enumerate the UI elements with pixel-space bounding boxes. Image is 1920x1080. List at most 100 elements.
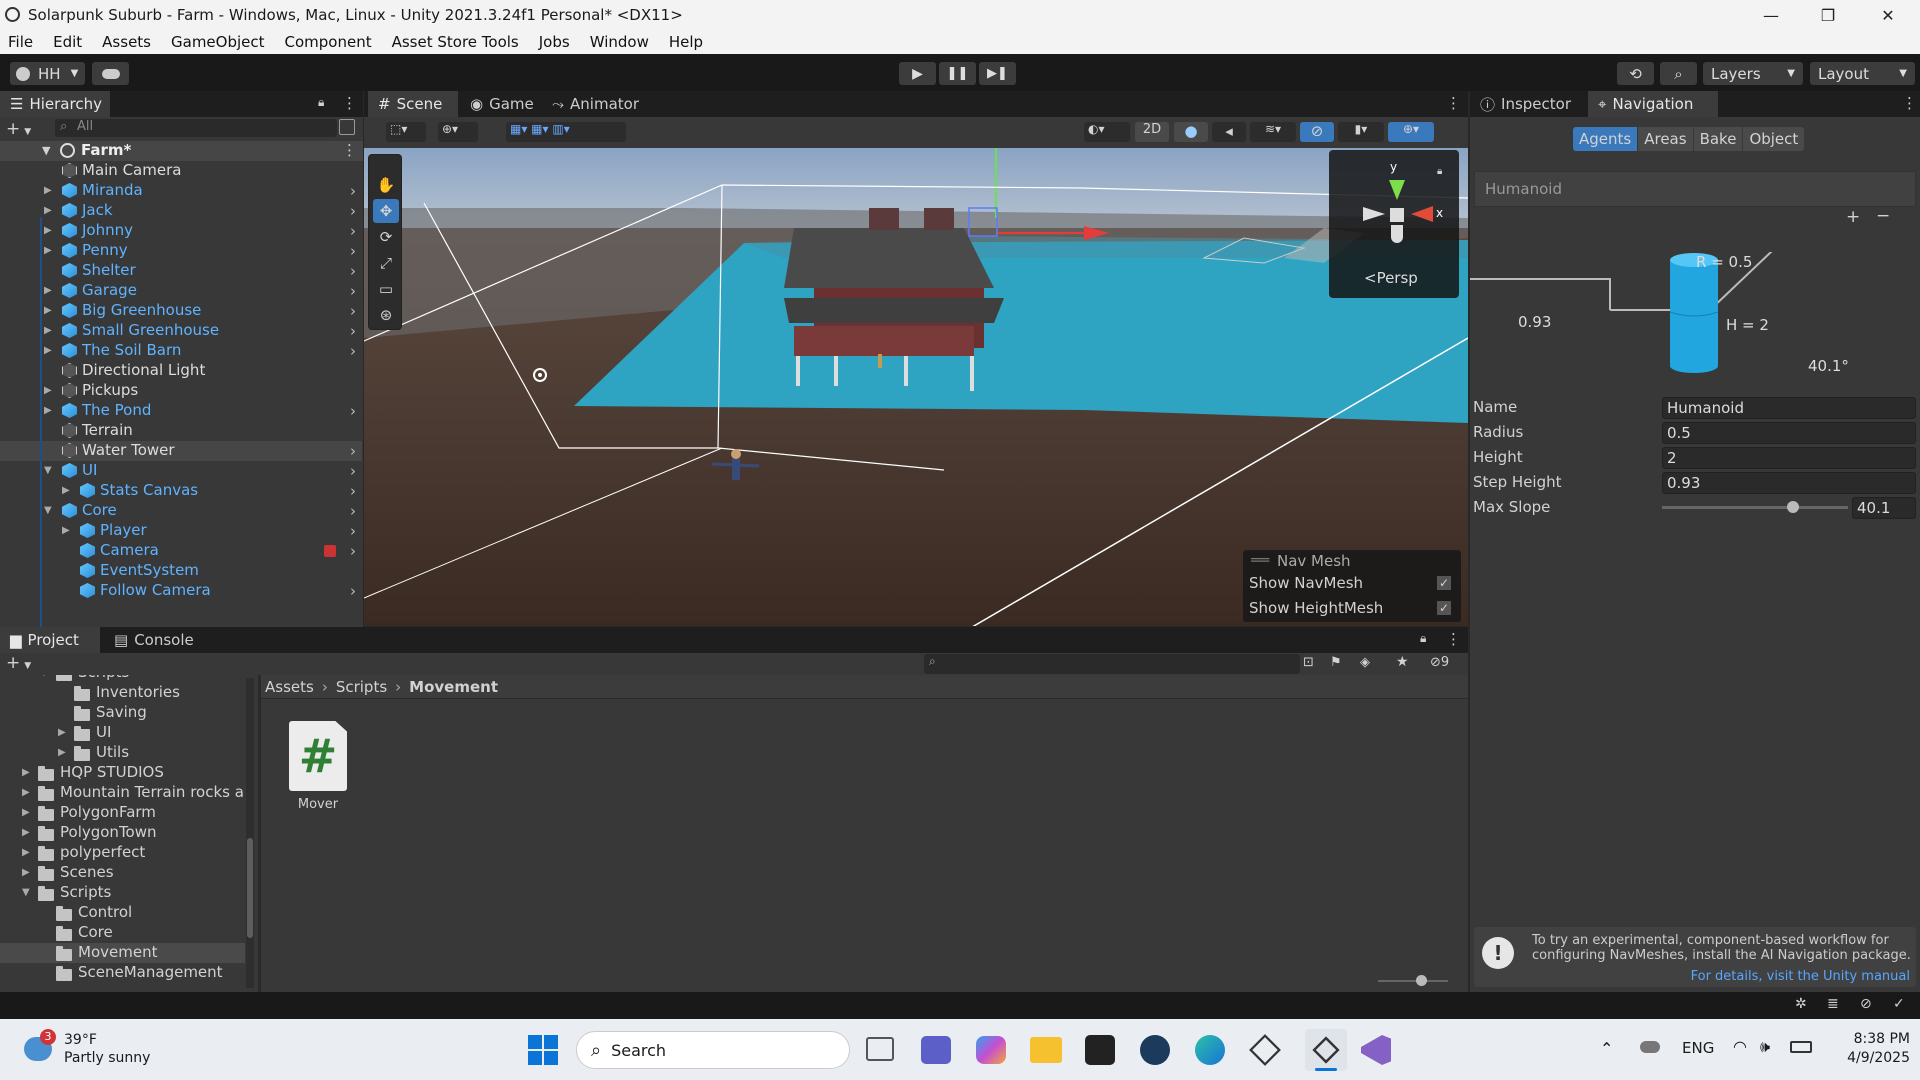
height-field[interactable]: 2	[1662, 447, 1916, 469]
expanded-arrow-icon[interactable]: ▼	[40, 675, 48, 678]
max-slope-field[interactable]: 40.1	[1852, 497, 1916, 519]
teams-icon[interactable]	[921, 1036, 951, 1064]
expanded-arrow-icon[interactable]: ▼	[44, 505, 52, 516]
autogen-icon[interactable]: ⊘	[1860, 996, 1872, 1012]
folder-tree-item[interactable]: Movement	[0, 943, 245, 963]
hierarchy-item[interactable]: ▶ Miranda ›	[0, 181, 362, 201]
asset-mover[interactable]: # Mover	[285, 721, 351, 812]
hierarchy-item[interactable]: Camera ›	[0, 541, 362, 561]
expanded-arrow-icon[interactable]: ▼	[44, 465, 52, 476]
tab-hierarchy[interactable]: ☰ Hierarchy	[0, 91, 110, 117]
tab-navigation[interactable]: ⌖ Navigation	[1588, 91, 1718, 117]
hidden-packages-icon[interactable]: ⊘9	[1430, 655, 1449, 670]
hierarchy-create-button[interactable]: + ▼	[6, 119, 31, 139]
open-prefab-chevron-icon[interactable]: ›	[350, 182, 356, 200]
tree-scrollbar[interactable]	[246, 678, 254, 988]
subtab-object[interactable]: Object	[1743, 127, 1805, 151]
agent-list-item[interactable]: Humanoid	[1485, 180, 1562, 198]
show-navmesh-checkbox[interactable]: ✓	[1437, 576, 1451, 590]
onedrive-icon[interactable]	[1640, 1041, 1660, 1053]
open-prefab-chevron-icon[interactable]: ›	[350, 542, 356, 560]
hand-tool-icon[interactable]: ✋	[373, 173, 399, 197]
hierarchy-item[interactable]: ▶ Johnny ›	[0, 221, 362, 241]
menu-jobs[interactable]: Jobs	[527, 33, 578, 51]
lock-icon[interactable]: 🔒︎	[1420, 631, 1426, 646]
language-indicator[interactable]: ENG	[1682, 1039, 1714, 1057]
unity-active-icon[interactable]	[1305, 1029, 1347, 1071]
open-prefab-chevron-icon[interactable]: ›	[350, 462, 356, 480]
folder-tree-item[interactable]: ▶ Scenes	[0, 863, 245, 883]
search-by-label-icon[interactable]: ⚑	[1330, 655, 1342, 670]
hierarchy-item[interactable]: ▶ Small Greenhouse ›	[0, 321, 362, 341]
rotate-tool-icon[interactable]: ⟳	[373, 225, 399, 249]
pause-button[interactable]: ❚❚	[939, 62, 976, 85]
folder-tree-item[interactable]: Saving	[0, 703, 245, 723]
battery-icon[interactable]	[1790, 1041, 1812, 1053]
breadcrumb-movement[interactable]: Movement	[409, 678, 498, 696]
folder-tree-item[interactable]: SceneManagement	[0, 963, 245, 983]
collapsed-arrow-icon[interactable]: ▶	[44, 345, 52, 356]
folder-tree-item[interactable]: ▶ PolygonTown	[0, 823, 245, 843]
open-prefab-chevron-icon[interactable]: ›	[350, 442, 356, 460]
collapsed-arrow-icon[interactable]: ▶	[44, 245, 52, 256]
tag-icon[interactable]: ◈	[1360, 655, 1370, 670]
search-button[interactable]: ⌕	[1660, 62, 1697, 85]
search-by-type-icon[interactable]: ⊡	[1303, 655, 1314, 670]
slider-thumb[interactable]	[1786, 501, 1799, 513]
menu-edit[interactable]: Edit	[41, 33, 90, 51]
collapsed-arrow-icon[interactable]: ▶	[22, 847, 30, 858]
subtab-agents[interactable]: Agents	[1573, 127, 1638, 151]
hierarchy-item[interactable]: ▶ Penny ›	[0, 241, 362, 261]
cloud-button[interactable]	[92, 62, 129, 85]
visual-studio-icon[interactable]	[1361, 1035, 1391, 1065]
open-prefab-chevron-icon[interactable]: ›	[350, 302, 356, 320]
collapsed-arrow-icon[interactable]: ▶	[58, 747, 66, 758]
maximize-button[interactable]: ❐	[1800, 0, 1856, 30]
hierarchy-item[interactable]: ▶ Stats Canvas ›	[0, 481, 362, 501]
copilot-icon[interactable]	[976, 1036, 1006, 1064]
folder-tree-item[interactable]: ▶ polyperfect	[0, 843, 245, 863]
more-options-icon[interactable]: ⋮	[342, 141, 357, 159]
status-check-icon[interactable]: ✓	[1893, 996, 1905, 1012]
taskbar-search[interactable]: ⌕ Search	[576, 1031, 850, 1069]
hierarchy-search-input[interactable]: ⌕ All	[55, 119, 337, 137]
hierarchy-item[interactable]: Follow Camera ›	[0, 581, 362, 601]
tab-scene[interactable]: # Scene	[368, 91, 458, 117]
menu-asset-store-tools[interactable]: Asset Store Tools	[380, 33, 527, 51]
file-explorer-icon[interactable]	[1030, 1037, 1062, 1063]
more-options-icon[interactable]: ⋮	[1446, 630, 1461, 648]
transform-tool-icon[interactable]: ⊛	[373, 303, 399, 327]
edge-icon[interactable]	[1195, 1035, 1225, 1065]
name-field[interactable]: Humanoid	[1662, 397, 1916, 419]
orientation-gizmo[interactable]: y x 🔒︎ <Persp	[1329, 150, 1459, 298]
hierarchy-item[interactable]: ▶ Pickups	[0, 381, 362, 401]
unity-manual-link[interactable]: For details, visit the Unity manual	[1691, 969, 1910, 984]
lighting-toggle-icon[interactable]: ●	[1174, 122, 1208, 142]
unity-hub-icon[interactable]	[1085, 1035, 1115, 1065]
tray-chevron-icon[interactable]: ⌃	[1600, 1039, 1613, 1058]
expand-arrow-icon[interactable]: ▼	[42, 144, 50, 157]
subtab-areas[interactable]: Areas	[1638, 127, 1693, 151]
open-prefab-chevron-icon[interactable]: ›	[350, 202, 356, 220]
scale-tool-icon[interactable]: ⤢	[373, 251, 399, 275]
folder-tree-item[interactable]: Core	[0, 923, 245, 943]
projection-label[interactable]: <Persp	[1364, 269, 1418, 287]
grid-snap-button[interactable]: ▦▾ ▦▾ ▥▾	[506, 122, 626, 142]
hierarchy-item[interactable]: Water Tower ›	[0, 441, 362, 461]
subtab-bake[interactable]: Bake	[1693, 127, 1743, 151]
hierarchy-item[interactable]: Shelter ›	[0, 261, 362, 281]
rect-tool-icon[interactable]: ▭	[373, 277, 399, 301]
tab-inspector[interactable]: ⓘ Inspector	[1470, 91, 1586, 117]
folder-tree-item[interactable]: Inventories	[0, 683, 245, 703]
hierarchy-item[interactable]: Terrain	[0, 421, 362, 441]
history-button[interactable]: ⟲	[1617, 62, 1654, 85]
step-button[interactable]: ▶❚	[979, 62, 1016, 85]
open-prefab-chevron-icon[interactable]: ›	[350, 262, 356, 280]
scene-viewport[interactable]: ✋ ✥ ⟳ ⤢ ▭ ⊛ y x 🔒︎ <Persp Nav Mesh ══ Sh…	[364, 148, 1468, 626]
global-toggle-button[interactable]: ⊕▾	[438, 122, 478, 142]
open-prefab-chevron-icon[interactable]: ›	[350, 502, 356, 520]
account-dropdown[interactable]: HH ▼	[10, 62, 85, 85]
radius-field[interactable]: 0.5	[1662, 422, 1916, 444]
hierarchy-item[interactable]: ▼ Core ›	[0, 501, 362, 521]
remove-agent-button[interactable]: −	[1876, 206, 1890, 226]
